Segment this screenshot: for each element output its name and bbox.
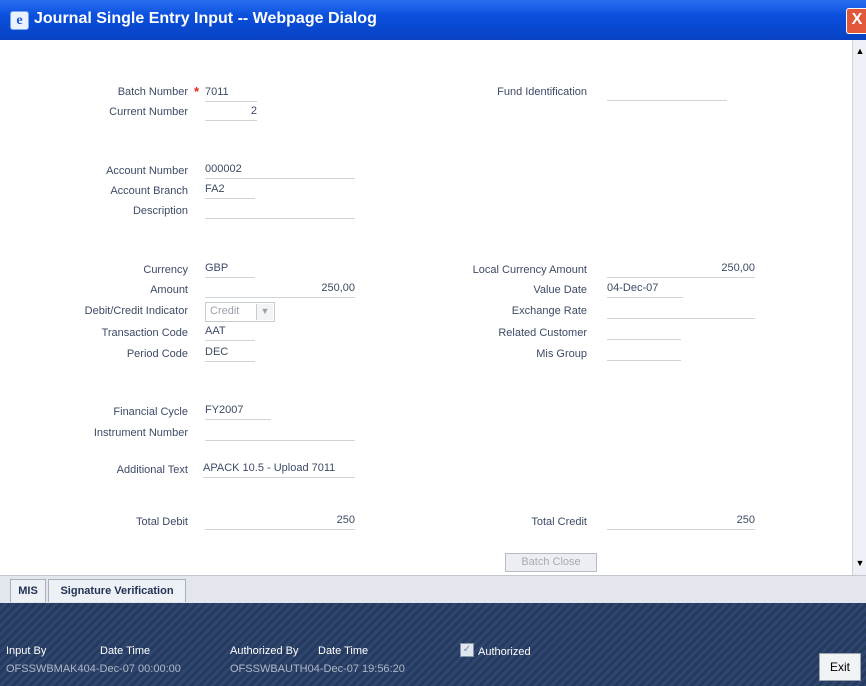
account-branch-label: Account Branch bbox=[110, 185, 188, 197]
fund-identification-label: Fund Identification bbox=[497, 86, 587, 98]
exit-button[interactable]: Exit bbox=[819, 653, 861, 681]
financial-cycle-label: Financial Cycle bbox=[113, 406, 188, 418]
mis-group-field[interactable] bbox=[607, 344, 681, 361]
debit-credit-indicator-label: Debit/Credit Indicator bbox=[84, 305, 188, 317]
additional-text-field[interactable]: APACK 10.5 - Upload 7011 bbox=[203, 461, 355, 478]
batch-number-field[interactable]: 7011 bbox=[205, 85, 257, 102]
debit-credit-indicator-select[interactable]: Credit ▼ bbox=[205, 302, 275, 322]
scroll-up-icon[interactable]: ▲ bbox=[853, 44, 866, 58]
account-branch-field[interactable]: FA2 bbox=[205, 182, 255, 199]
tab-signature-verification[interactable]: Signature Verification bbox=[48, 579, 186, 602]
authorized-by-value: OFSSWBAUTH04-Dec-07 19:56:20 bbox=[230, 663, 405, 675]
currency-field[interactable]: GBP bbox=[205, 261, 255, 278]
auth-date-time-label: Date Time bbox=[318, 645, 369, 657]
tabs-bar: MIS Signature Verification bbox=[0, 575, 866, 604]
current-number-field[interactable]: 2 bbox=[205, 104, 257, 121]
exchange-rate-label: Exchange Rate bbox=[511, 305, 587, 317]
local-currency-amount-label: Local Currency Amount bbox=[472, 264, 587, 276]
total-credit-label: Total Credit bbox=[531, 516, 587, 528]
instrument-number-field[interactable] bbox=[205, 424, 355, 441]
required-asterisk: * bbox=[194, 84, 200, 99]
total-debit-field[interactable]: 250 bbox=[205, 513, 355, 530]
authorized-label: Authorized bbox=[478, 646, 531, 658]
local-currency-amount-field[interactable]: 250,00 bbox=[607, 261, 755, 278]
internet-explorer-icon: e bbox=[10, 11, 29, 30]
transaction-code-field[interactable]: AAT bbox=[205, 324, 255, 341]
additional-text-label: Additional Text bbox=[116, 464, 188, 476]
instrument-number-label: Instrument Number bbox=[93, 427, 188, 439]
vertical-scrollbar[interactable]: ▲ ▼ bbox=[852, 40, 866, 575]
mis-group-label: Mis Group bbox=[536, 348, 587, 360]
amount-label: Amount bbox=[150, 284, 188, 296]
current-number-label: Current Number bbox=[109, 106, 188, 118]
related-customer-label: Related Customer bbox=[498, 327, 587, 339]
value-date-label: Value Date bbox=[533, 284, 587, 296]
total-credit-field[interactable]: 250 bbox=[607, 513, 755, 530]
description-label: Description bbox=[132, 205, 188, 217]
input-by-value: OFSSWBMAK404-Dec-07 00:00:00 bbox=[6, 663, 181, 675]
period-code-label: Period Code bbox=[126, 348, 188, 360]
batch-close-button[interactable]: Batch Close bbox=[505, 553, 597, 572]
currency-label: Currency bbox=[143, 264, 188, 276]
input-by-label: Input By bbox=[6, 645, 47, 657]
total-debit-label: Total Debit bbox=[136, 516, 188, 528]
tab-mis[interactable]: MIS bbox=[10, 579, 46, 602]
account-number-label: Account Number bbox=[106, 165, 188, 177]
authorized-by-label: Authorized By bbox=[230, 645, 299, 657]
batch-number-label: Batch Number bbox=[117, 86, 188, 98]
related-customer-field[interactable] bbox=[607, 323, 681, 340]
debit-credit-indicator-value: Credit bbox=[210, 305, 240, 317]
account-number-field[interactable]: 000002 bbox=[205, 162, 355, 179]
scroll-down-icon[interactable]: ▼ bbox=[853, 556, 866, 570]
value-date-field[interactable]: 04-Dec-07 bbox=[607, 281, 683, 298]
description-field[interactable] bbox=[205, 202, 355, 219]
transaction-code-label: Transaction Code bbox=[101, 327, 188, 339]
date-time-label: Date Time bbox=[100, 645, 151, 657]
fund-identification-field[interactable] bbox=[607, 84, 727, 101]
authorized-checkbox[interactable]: ✓ bbox=[460, 643, 474, 657]
financial-cycle-field[interactable]: FY2007 bbox=[205, 403, 271, 420]
window-title: Journal Single Entry Input -- Webpage Di… bbox=[34, 10, 377, 27]
period-code-field[interactable]: DEC bbox=[205, 345, 255, 362]
amount-field[interactable]: 250,00 bbox=[205, 281, 355, 298]
chevron-down-icon[interactable]: ▼ bbox=[256, 304, 273, 320]
title-bar: e Journal Single Entry Input -- Webpage … bbox=[0, 0, 866, 40]
exchange-rate-field[interactable] bbox=[607, 302, 755, 319]
close-button[interactable]: X bbox=[846, 8, 866, 34]
